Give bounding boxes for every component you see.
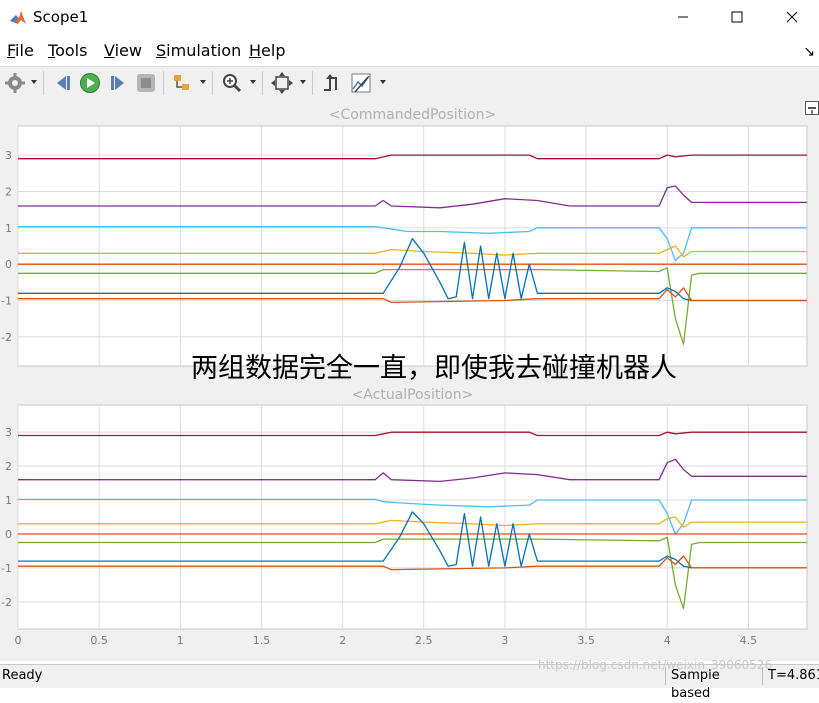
menu-tools-mnemonic: T	[48, 41, 56, 60]
x-tick-label: 4.5	[740, 634, 758, 647]
x-tick-label: 1	[177, 634, 184, 647]
x-tick-label: 2.5	[415, 634, 433, 647]
y-tick-label: 1	[5, 494, 12, 507]
gear-dropdown-icon[interactable]	[31, 80, 37, 84]
toolbar	[0, 66, 819, 100]
menu-file-mnemonic: F	[7, 41, 16, 60]
y-tick-label: -2	[1, 596, 12, 609]
toolbar-separator	[43, 71, 44, 95]
plot-axes-1	[17, 125, 808, 367]
undock-button[interactable]	[805, 101, 819, 115]
fit-to-view-icon[interactable]	[271, 72, 293, 94]
toolbar-separator	[312, 71, 313, 95]
menu-bar: File Tools View Simulation Help ↘	[0, 38, 819, 64]
plot-title-1: <CommandedPosition>	[329, 107, 496, 123]
x-tick-label: 2	[339, 634, 346, 647]
toolbar-separator	[262, 71, 263, 95]
plot-title-2: <ActualPosition>	[352, 387, 474, 403]
scope-figure: <CommandedPosition> 3 2 1 0 -1 -2 <ActualPositi…	[0, 99, 819, 661]
menu-simulation-mnemonic: S	[156, 41, 167, 60]
annotation-text: 两组数据完全一直，即使我去碰撞机器人	[191, 353, 677, 384]
cursor-measurements-icon[interactable]	[350, 72, 372, 94]
menu-view-label: iew	[114, 41, 142, 60]
menu-file[interactable]: File	[7, 41, 34, 60]
menu-simulation[interactable]: Simulation	[156, 41, 241, 60]
run-icon[interactable]	[79, 72, 101, 94]
matlab-icon	[10, 11, 26, 24]
menu-help-label: elp	[261, 41, 286, 60]
triggers-icon[interactable]	[321, 72, 343, 94]
y-tick-label: 3	[5, 149, 12, 162]
window-title: Scope1	[33, 8, 89, 26]
toolbar-separator	[212, 71, 213, 95]
y-tick-label: 3	[5, 426, 12, 439]
y-tick-label: 0	[5, 258, 12, 271]
toolbar-separator	[163, 71, 164, 95]
x-tick-label: 4	[664, 634, 671, 647]
minimize-icon	[678, 16, 688, 18]
y-tick-label: 2	[5, 185, 12, 198]
maximize-button[interactable]	[710, 0, 764, 34]
x-tick-label: 3	[501, 634, 508, 647]
x-tick-label: 3.5	[577, 634, 595, 647]
status-ready: Ready	[2, 668, 43, 683]
zoom-icon[interactable]	[221, 72, 243, 94]
y-tick-label: -1	[1, 295, 12, 308]
step-forward-icon[interactable]	[107, 72, 129, 94]
y-tick-label: -2	[1, 331, 12, 344]
menu-help[interactable]: Help	[249, 41, 285, 60]
y-tick-label: 0	[5, 528, 12, 541]
minimize-button[interactable]	[656, 0, 710, 34]
zoom-dropdown-icon[interactable]	[250, 80, 256, 84]
scope-plots[interactable]: <CommandedPosition> 3 2 1 0 -1 -2 <ActualPositi…	[0, 99, 819, 661]
y-tick-label: -1	[1, 562, 12, 575]
signal-select-dropdown-icon[interactable]	[200, 80, 206, 84]
x-tick-label: 0.5	[90, 634, 108, 647]
title-bar: Scope1	[0, 0, 819, 36]
x-tick-label: 0	[15, 634, 22, 647]
maximize-icon	[731, 11, 743, 23]
menu-help-mnemonic: H	[249, 41, 262, 60]
signal-select-icon[interactable]	[171, 72, 193, 94]
close-icon	[786, 11, 798, 23]
y-tick-label: 1	[5, 222, 12, 235]
menu-view[interactable]: View	[104, 41, 142, 60]
menu-simulation-label: imulation	[166, 41, 242, 60]
measurements-dropdown-icon[interactable]	[380, 80, 386, 84]
menu-tools[interactable]: Tools	[48, 41, 87, 60]
plot-axes-2	[17, 404, 808, 630]
y-tick-label: 2	[5, 460, 12, 473]
stop-icon[interactable]	[135, 72, 157, 94]
step-back-icon[interactable]	[52, 72, 74, 94]
watermark: https://blog.csdn.net/weixin_39060526	[538, 658, 773, 672]
fit-dropdown-icon[interactable]	[300, 80, 306, 84]
dock-arrow-icon[interactable]: ↘	[803, 44, 815, 60]
close-button[interactable]	[765, 0, 819, 34]
menu-tools-label: ools	[55, 41, 88, 60]
x-tick-label: 1.5	[253, 634, 271, 647]
menu-view-mnemonic: V	[104, 41, 115, 60]
restore-icon	[808, 107, 816, 115]
menu-file-label: ile	[15, 41, 34, 60]
gear-icon[interactable]	[4, 72, 26, 94]
